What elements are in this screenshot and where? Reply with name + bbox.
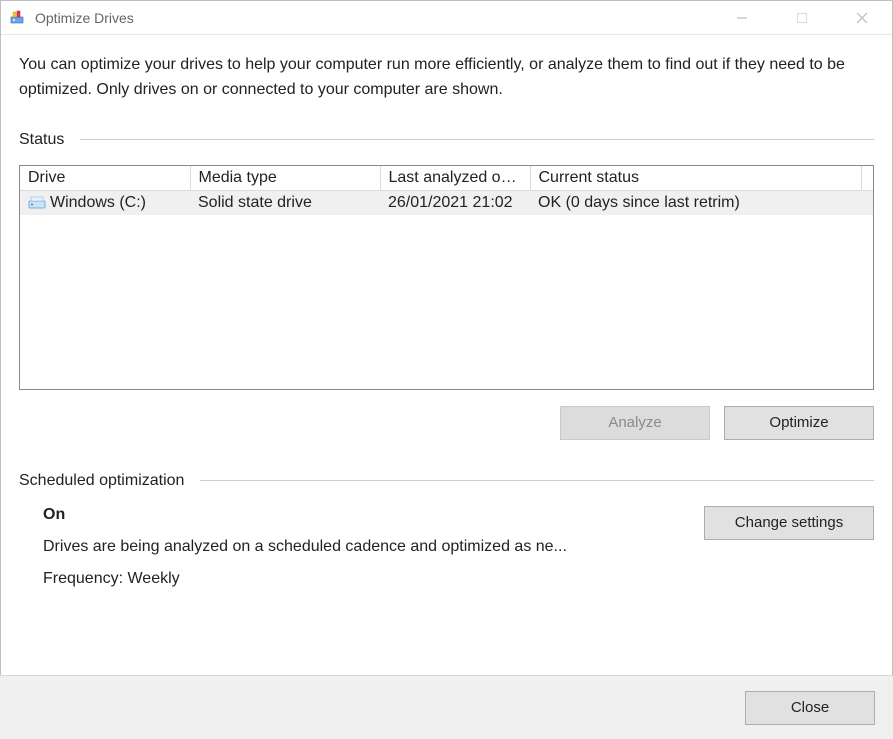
- maximize-button[interactable]: [772, 1, 832, 35]
- drive-name: Windows (C:): [50, 194, 146, 212]
- optimize-button[interactable]: Optimize: [724, 406, 874, 440]
- drive-list[interactable]: Drive Media type Last analyzed or o... C…: [19, 165, 874, 390]
- col-current[interactable]: Current status: [530, 166, 861, 191]
- analyze-button: Analyze: [560, 406, 710, 440]
- col-drive[interactable]: Drive: [20, 166, 190, 191]
- scheduled-heading-label: Scheduled optimization: [19, 472, 184, 490]
- scheduled-frequency: Frequency: Weekly: [43, 570, 567, 588]
- divider: [80, 139, 874, 140]
- scheduled-state: On: [43, 506, 567, 524]
- col-spacer: [861, 166, 873, 191]
- scheduled-heading: Scheduled optimization: [19, 472, 874, 490]
- drive-media: Solid state drive: [190, 190, 380, 215]
- scheduled-block: On Drives are being analyzed on a schedu…: [19, 506, 874, 588]
- col-last[interactable]: Last analyzed or o...: [380, 166, 530, 191]
- window-controls: [712, 1, 892, 35]
- window-title: Optimize Drives: [35, 10, 134, 26]
- scheduled-description: Drives are being analyzed on a scheduled…: [43, 538, 567, 556]
- action-button-row: Analyze Optimize: [19, 406, 874, 440]
- content-area: You can optimize your drives to help you…: [1, 35, 892, 588]
- drive-current: OK (0 days since last retrim): [530, 190, 873, 215]
- status-heading-label: Status: [19, 131, 64, 149]
- drive-row[interactable]: Windows (C:) Solid state drive 26/01/202…: [20, 190, 873, 215]
- change-settings-button[interactable]: Change settings: [704, 506, 874, 540]
- bottom-bar: Close: [0, 675, 893, 739]
- drive-last: 26/01/2021 21:02: [380, 190, 530, 215]
- drive-icon: [28, 196, 46, 210]
- close-button[interactable]: Close: [745, 691, 875, 725]
- status-heading: Status: [19, 131, 874, 149]
- minimize-button[interactable]: [712, 1, 772, 35]
- col-media[interactable]: Media type: [190, 166, 380, 191]
- optimize-drives-icon: [9, 9, 27, 27]
- divider: [200, 480, 874, 481]
- titlebar: Optimize Drives: [1, 1, 892, 35]
- close-window-button[interactable]: [832, 1, 892, 35]
- intro-text: You can optimize your drives to help you…: [19, 53, 874, 103]
